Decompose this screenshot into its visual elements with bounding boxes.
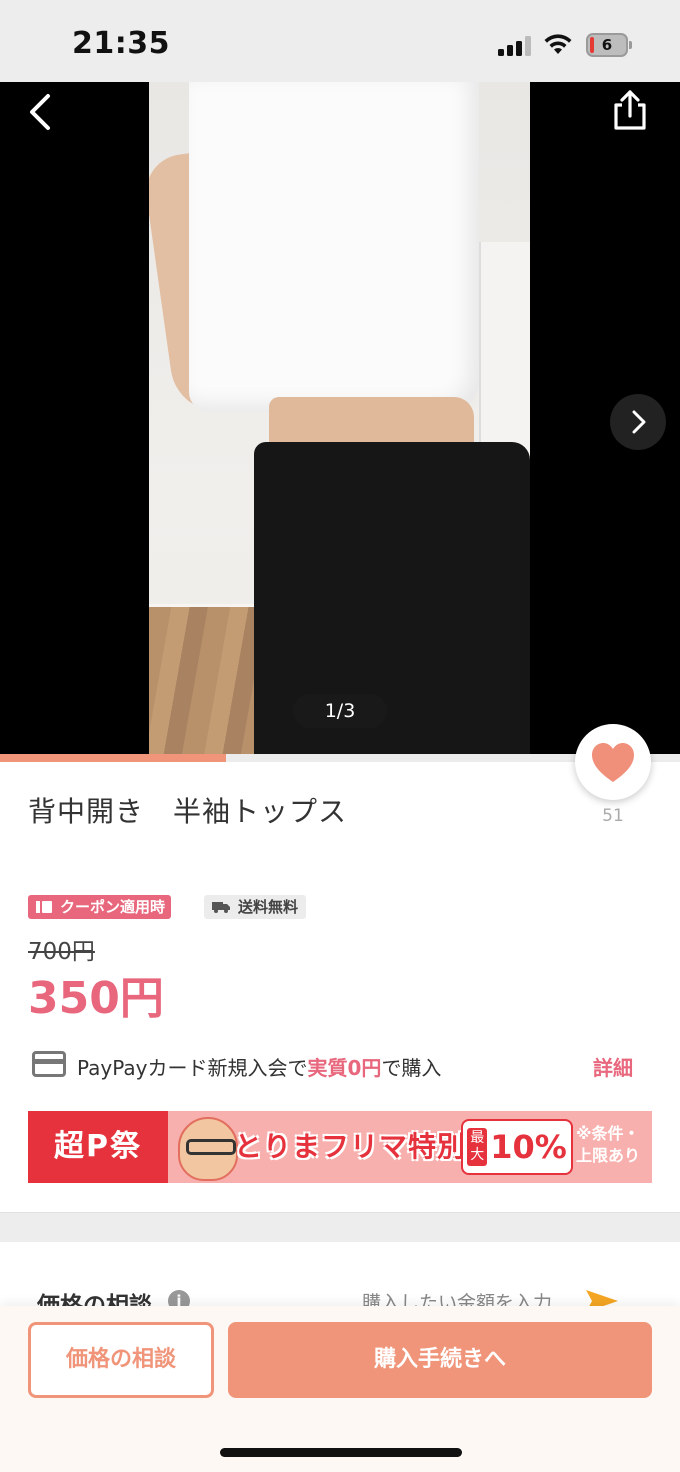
promo-banner-logo: 超P祭 — [28, 1111, 168, 1183]
paypay-text-after: で購入 — [381, 1056, 442, 1080]
home-indicator[interactable] — [220, 1448, 462, 1457]
paypay-detail-link[interactable]: 詳細 — [593, 1052, 633, 1081]
heart-icon — [592, 743, 634, 782]
gallery-progress-fill — [0, 754, 227, 762]
back-arrow-icon[interactable] — [22, 92, 62, 132]
wifi-icon — [544, 34, 572, 54]
status-bar: 21:35 6 — [0, 0, 680, 82]
image-page-indicator: 1/3 — [293, 694, 387, 728]
promo-character-image — [178, 1117, 238, 1181]
promo-note: ※条件・ 上限あり — [576, 1123, 652, 1167]
promo-note-line1: ※条件・ — [576, 1124, 640, 1143]
chevron-right-icon — [632, 410, 646, 434]
cellular-signal-icon — [498, 36, 532, 56]
battery-level: 6 — [601, 36, 613, 54]
sale-price: 350円 — [28, 973, 164, 1024]
price-negotiation-button[interactable]: 価格の相談 — [28, 1322, 214, 1398]
battery-icon: 6 — [586, 33, 632, 57]
section-divider — [0, 1212, 680, 1242]
bottom-action-bar: 価格の相談 購入手続きへ — [0, 1306, 680, 1472]
share-icon[interactable] — [608, 88, 652, 132]
item-title: 背中開き 半袖トップス — [28, 795, 348, 828]
free-shipping-badge: 送料無料 — [204, 895, 307, 919]
product-image-gallery[interactable]: 1/3 — [0, 82, 680, 762]
promo-rate: 10% — [490, 1128, 567, 1166]
credit-card-icon — [32, 1051, 66, 1077]
status-time: 21:35 — [72, 26, 170, 61]
product-photo[interactable] — [149, 82, 530, 762]
paypay-text-before: PayPayカード新規入会で — [77, 1056, 308, 1080]
truck-icon — [212, 902, 230, 913]
paypay-highlight: 実質0円 — [307, 1056, 382, 1080]
like-count: 51 — [602, 806, 624, 826]
next-image-button[interactable] — [610, 394, 666, 450]
promo-rate-box: 最大 10% — [461, 1119, 573, 1175]
promo-note-line2: 上限あり — [576, 1146, 641, 1165]
coupon-badge-label: クーポン適用時 — [60, 898, 166, 916]
like-button[interactable] — [575, 724, 651, 800]
purchase-button[interactable]: 購入手続きへ — [228, 1322, 652, 1398]
promo-max-label: 最大 — [467, 1128, 488, 1166]
original-price: 700円 — [28, 939, 95, 965]
promo-banner[interactable]: 超P祭 とりまフリマ特別版 最大 10% ※条件・ 上限あり — [28, 1111, 652, 1183]
promo-headline: とりまフリマ特別版 — [234, 1130, 496, 1163]
paypay-offer-text: PayPayカード新規入会で実質0円で購入 — [77, 1052, 441, 1081]
shipping-badge-label: 送料無料 — [238, 898, 299, 916]
coupon-icon — [36, 901, 52, 913]
coupon-badge: クーポン適用時 — [28, 895, 172, 919]
